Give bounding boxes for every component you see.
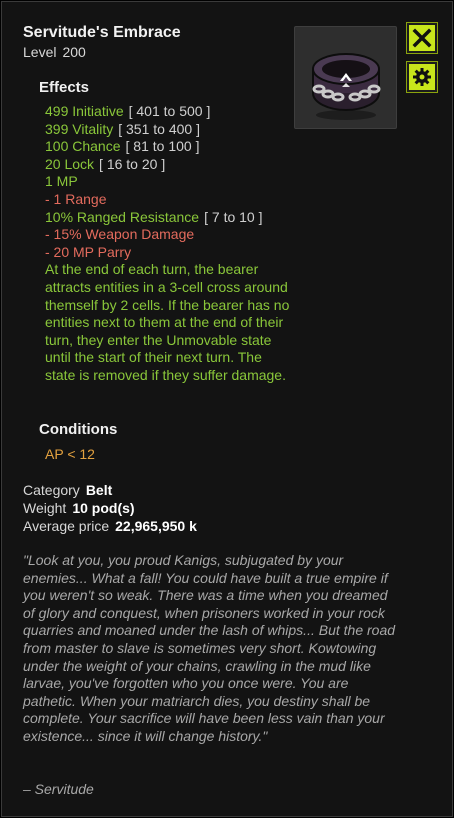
level-value: 200 bbox=[62, 44, 86, 60]
weight-value: 10 pod(s) bbox=[72, 500, 135, 516]
close-icon bbox=[412, 28, 432, 48]
settings-button[interactable] bbox=[406, 61, 438, 93]
item-name: Servitude's Embrace bbox=[23, 24, 181, 41]
effect-line: 1 MP bbox=[45, 173, 78, 190]
effect-line: 10% Ranged Resistance[ 7 to 10 ] bbox=[45, 208, 263, 225]
lore-signature: – Servitude bbox=[23, 781, 94, 797]
level-label: Level bbox=[23, 44, 57, 60]
price-label: Average price bbox=[23, 518, 110, 534]
effect-line: - 20 MP Parry bbox=[45, 243, 132, 260]
category-label: Category bbox=[23, 482, 80, 498]
weight-row: Weight 10 pod(s) bbox=[23, 500, 135, 516]
effect-line: 20 Lock[ 16 to 20 ] bbox=[45, 155, 166, 172]
price-row: Average price 22,965,950 k bbox=[23, 518, 197, 534]
item-level: Level 200 bbox=[23, 44, 86, 60]
effects-heading: Effects bbox=[39, 79, 90, 96]
effect-line: 499 Initiative[ 401 to 500 ] bbox=[45, 103, 211, 119]
conditions-heading: Conditions bbox=[39, 421, 118, 438]
category-value: Belt bbox=[85, 482, 113, 498]
effect-line: - 1 Range bbox=[45, 190, 107, 207]
effects-list: 499 Initiative[ 401 to 500 ] 399 Vitalit… bbox=[45, 103, 295, 385]
item-image bbox=[294, 26, 397, 129]
effect-line: 100 Chance[ 81 to 100 ] bbox=[45, 138, 200, 155]
special-effect-description: At the end of each turn, the bearer attr… bbox=[45, 261, 290, 383]
effect-line: - 15% Weapon Damage bbox=[45, 226, 195, 243]
effect-line: 399 Vitality[ 351 to 400 ] bbox=[45, 120, 200, 137]
lore-text: "Look at you, you proud Kanigs, subjugat… bbox=[23, 552, 396, 744]
weight-label: Weight bbox=[23, 500, 67, 516]
gear-icon bbox=[413, 68, 431, 86]
belt-chain-icon bbox=[312, 53, 381, 120]
item-tooltip-panel: Servitude's Embrace Level 200 Effects 49… bbox=[1, 1, 453, 817]
category-row: Category Belt bbox=[23, 482, 112, 498]
condition-value: AP < 12 bbox=[45, 446, 95, 462]
price-value: 22,965,950 k bbox=[115, 518, 197, 534]
close-button[interactable] bbox=[406, 22, 438, 54]
